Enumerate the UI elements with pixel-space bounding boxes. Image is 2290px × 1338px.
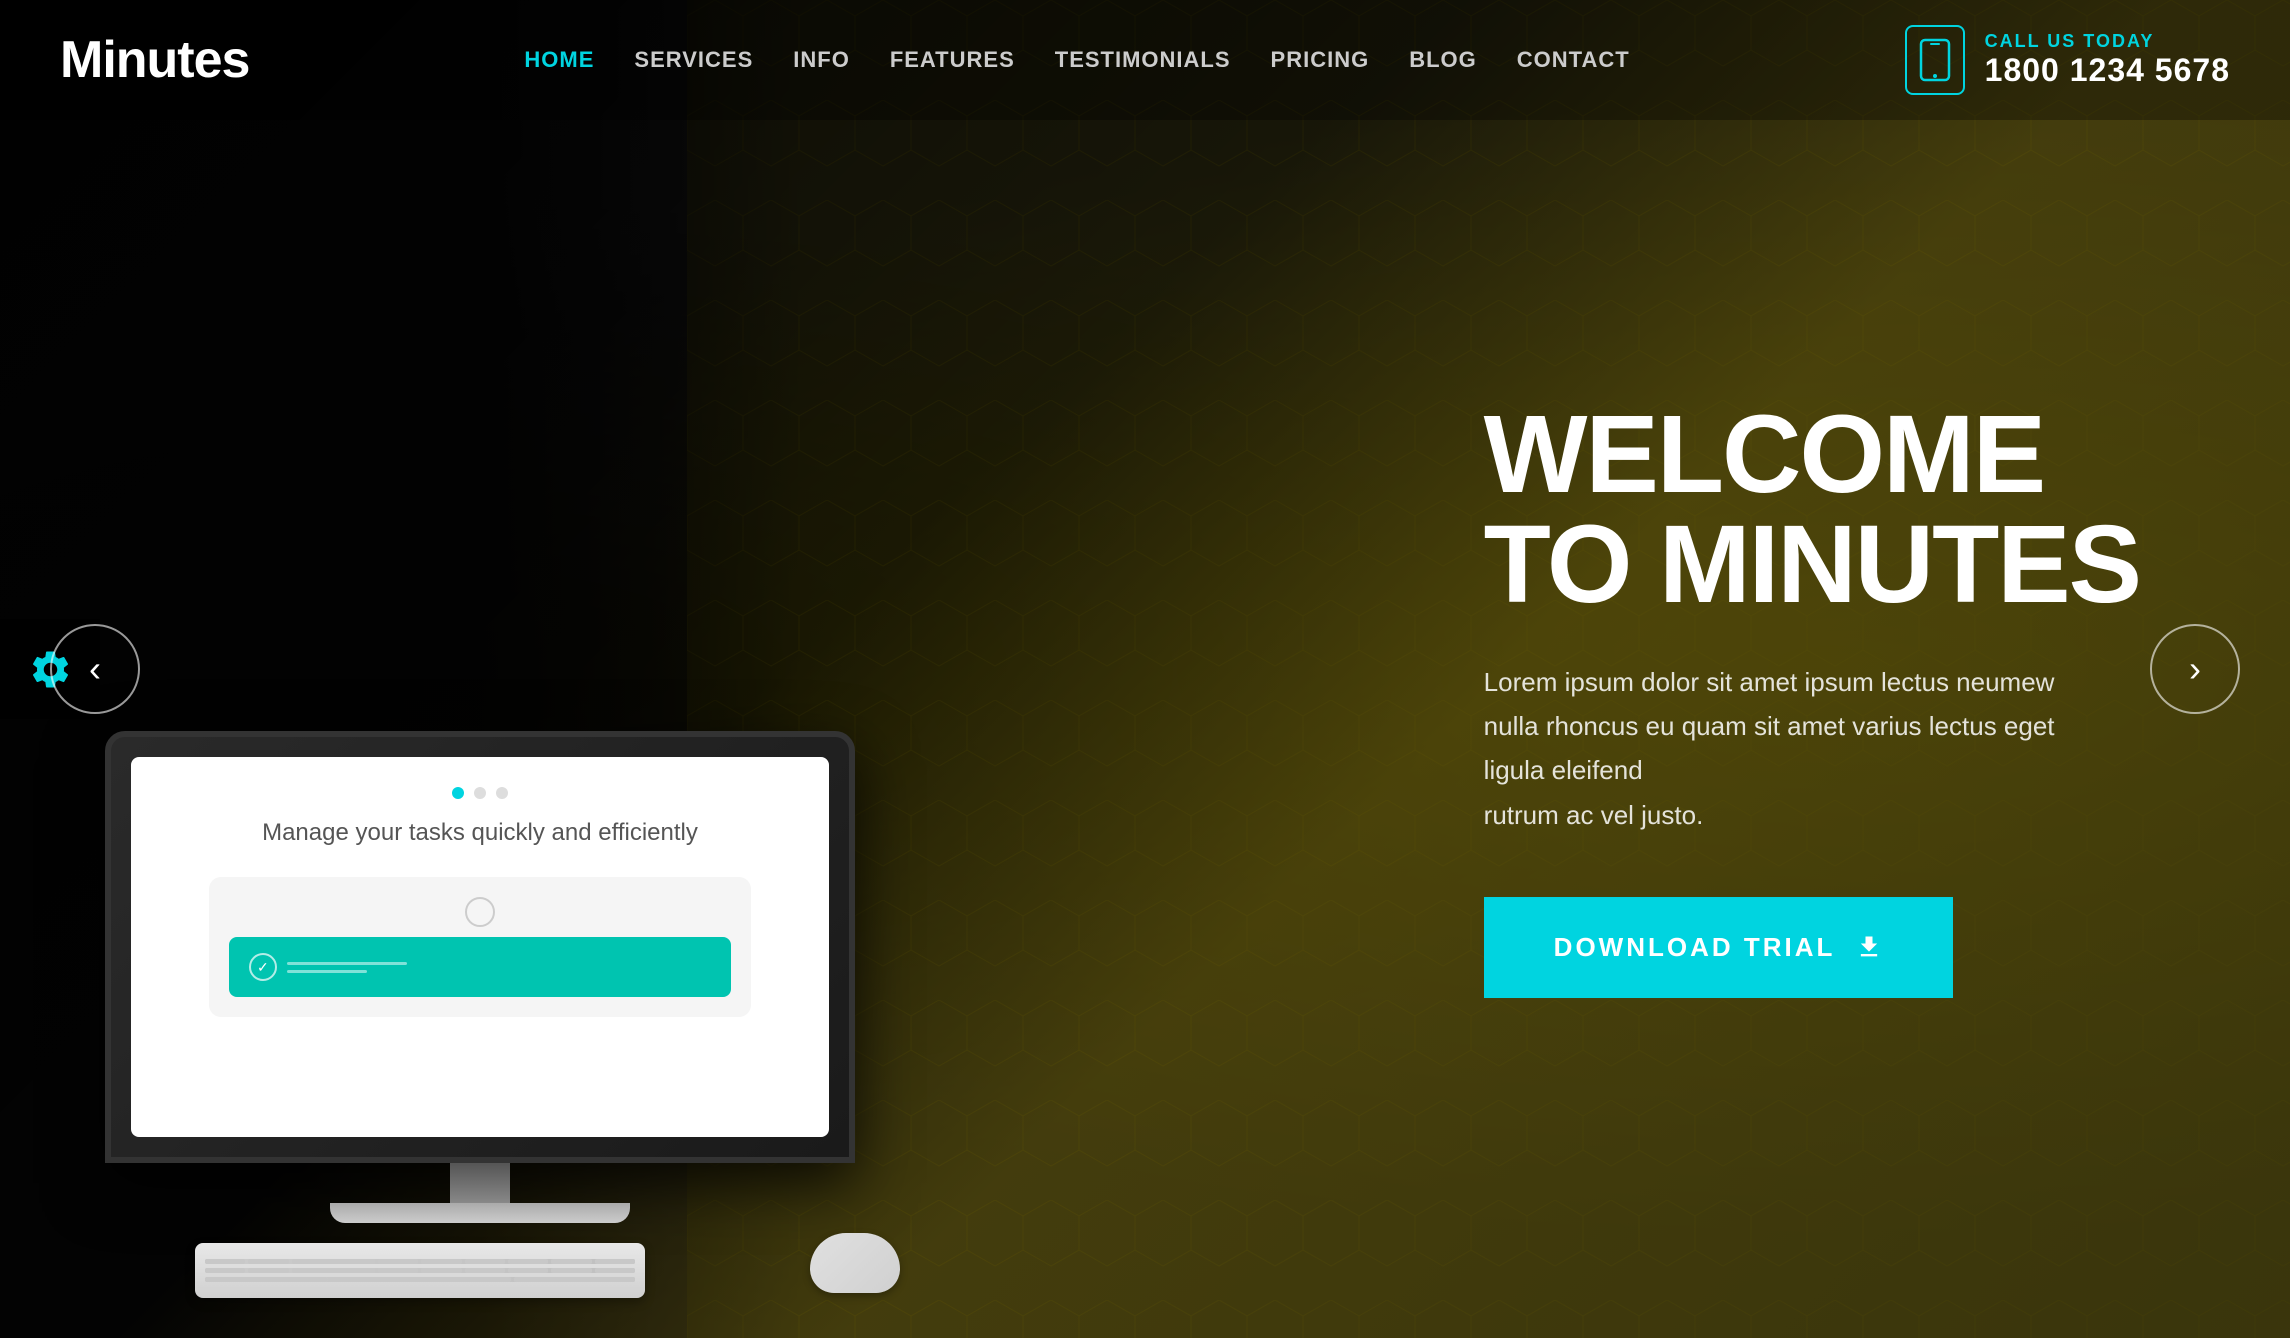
key-block [292, 1268, 332, 1273]
call-section: CALL US TODAY 1800 1234 5678 [1905, 25, 2230, 95]
card-line-short [287, 970, 367, 973]
key-block [378, 1268, 418, 1273]
brand-logo[interactable]: Minutes [60, 30, 249, 90]
next-arrow-icon: › [2189, 651, 2201, 687]
nav-item-pricing[interactable]: PRICING [1271, 47, 1370, 73]
key-block [292, 1259, 332, 1264]
card-line-long [287, 962, 407, 965]
hero-title: WELCOME TO MINUTES [1484, 400, 2140, 620]
key-block [508, 1259, 548, 1264]
monitor-mockup: Manage your tasks quickly and efficientl… [60, 731, 900, 1298]
key-block [595, 1268, 635, 1273]
nav-link-pricing[interactable]: PRICING [1271, 47, 1370, 72]
key-block [205, 1268, 245, 1273]
hero-description: Lorem ipsum dolor sit amet ipsum lectus … [1484, 660, 2104, 837]
prev-arrow-icon: ‹ [89, 651, 101, 687]
key-block [248, 1259, 288, 1264]
nav-item-testimonials[interactable]: TESTIMONIALS [1055, 47, 1231, 73]
key-block [595, 1259, 635, 1264]
key-block [335, 1259, 375, 1264]
monitor-base [330, 1203, 630, 1223]
card-check-icon: ✓ [249, 953, 277, 981]
download-icon [1855, 933, 1883, 961]
keyboard-mouse-row [60, 1223, 900, 1298]
keyboard-row-1 [205, 1259, 635, 1264]
nav-link-blog[interactable]: BLOG [1409, 47, 1477, 72]
download-trial-button[interactable]: DOWNLOAD TRIAL [1484, 897, 1954, 998]
dot-inactive-2 [496, 787, 508, 799]
screen-card: ✓ [209, 877, 751, 1017]
key-block [329, 1277, 511, 1282]
nav-link-home[interactable]: HOME [524, 47, 594, 72]
key-block [205, 1259, 245, 1264]
nav-item-services[interactable]: SERVICES [634, 47, 753, 73]
nav-links: HOME SERVICES INFO FEATURES TESTIMONIALS… [524, 47, 1629, 73]
call-number: 1800 1234 5678 [1985, 52, 2230, 89]
hero-title-line1: WELCOME [1484, 393, 2044, 516]
monitor-neck [450, 1163, 510, 1203]
keyboard [195, 1243, 645, 1298]
download-trial-label: DOWNLOAD TRIAL [1554, 932, 1836, 963]
monitor-screen-inner: Manage your tasks quickly and efficientl… [131, 757, 829, 1137]
card-circle [465, 897, 495, 927]
nav-item-info[interactable]: INFO [793, 47, 850, 73]
card-teal-bar: ✓ [229, 937, 731, 997]
nav-link-info[interactable]: INFO [793, 47, 850, 72]
monitor-screen-outer: Manage your tasks quickly and efficientl… [105, 731, 855, 1163]
key-block [465, 1268, 505, 1273]
hero-content: WELCOME TO MINUTES Lorem ipsum dolor sit… [1484, 400, 2140, 998]
nav-link-features[interactable]: FEATURES [890, 47, 1015, 72]
prev-arrow-button[interactable]: ‹ [50, 624, 140, 714]
card-lines [287, 962, 407, 973]
nav-item-blog[interactable]: BLOG [1409, 47, 1477, 73]
navbar: Minutes HOME SERVICES INFO FEATURES TEST… [0, 0, 2290, 120]
nav-link-services[interactable]: SERVICES [634, 47, 753, 72]
nav-link-contact[interactable]: CONTACT [1517, 47, 1630, 72]
phone-icon [1919, 38, 1951, 82]
hero-section: Minutes HOME SERVICES INFO FEATURES TEST… [0, 0, 2290, 1338]
next-arrow-button[interactable]: › [2150, 624, 2240, 714]
hero-title-line2: TO MINUTES [1484, 503, 2140, 626]
call-label: CALL US TODAY [1985, 31, 2230, 52]
phone-icon-container [1905, 25, 1965, 95]
key-block [421, 1259, 461, 1264]
key-block [335, 1268, 375, 1273]
dot-active [452, 787, 464, 799]
key-block [205, 1277, 326, 1282]
call-text: CALL US TODAY 1800 1234 5678 [1985, 31, 2230, 89]
key-block [551, 1259, 591, 1264]
key-block [378, 1259, 418, 1264]
key-block [551, 1268, 591, 1273]
key-block [421, 1268, 461, 1273]
screen-dots [452, 787, 508, 799]
keyboard-row-3 [205, 1277, 635, 1282]
key-block [514, 1277, 635, 1282]
nav-item-features[interactable]: FEATURES [890, 47, 1015, 73]
nav-item-contact[interactable]: CONTACT [1517, 47, 1630, 73]
mouse [810, 1233, 900, 1293]
screen-title: Manage your tasks quickly and efficientl… [262, 819, 698, 847]
dot-inactive-1 [474, 787, 486, 799]
key-block [508, 1268, 548, 1273]
nav-link-testimonials[interactable]: TESTIMONIALS [1055, 47, 1231, 72]
key-block [465, 1259, 505, 1264]
key-block [248, 1268, 288, 1273]
nav-item-home[interactable]: HOME [524, 47, 594, 73]
monitor-display: Manage your tasks quickly and efficientl… [105, 731, 855, 1223]
keyboard-row-2 [205, 1268, 635, 1273]
